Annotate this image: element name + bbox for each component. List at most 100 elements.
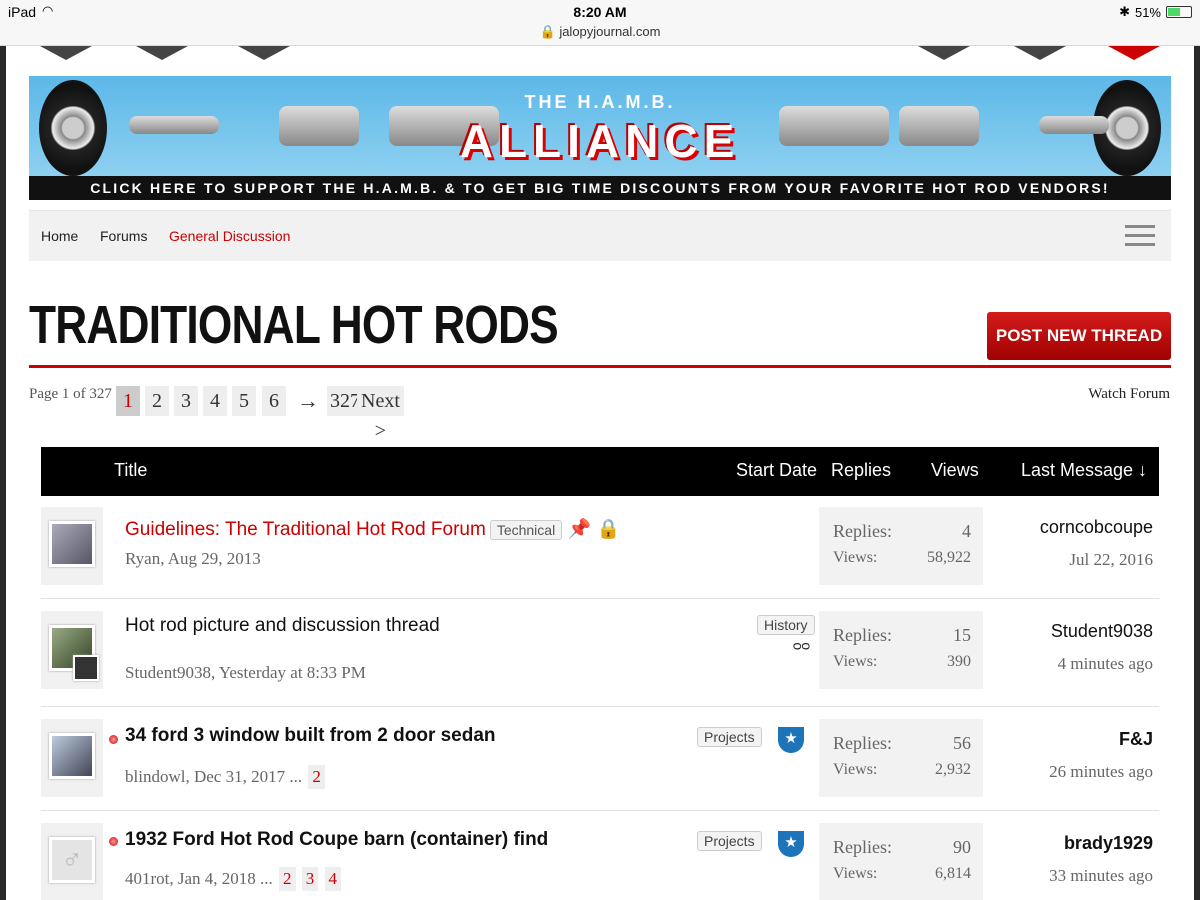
next-page-link[interactable]: Next > bbox=[357, 386, 404, 442]
nav-tab-icon[interactable] bbox=[238, 46, 290, 60]
address-bar[interactable]: 🔒 jalopyjournal.com bbox=[0, 24, 1200, 40]
thread-meta[interactable]: 401rot, Jan 4, 2018 ... 2 3 4 bbox=[125, 867, 342, 891]
reply-count: 4 bbox=[962, 521, 971, 541]
page-link-6[interactable]: 6 bbox=[262, 386, 286, 416]
last-poster[interactable]: corncobcoupe bbox=[1040, 517, 1153, 538]
alliance-banner[interactable]: THE H.A.M.B. ALLIANCE CLICK HERE TO SUPP… bbox=[29, 76, 1171, 200]
glasses-icon: ᴑᴑ bbox=[793, 637, 811, 653]
thread-stats: Replies: 56 Views: 2,932 bbox=[819, 719, 983, 797]
thread-row[interactable]: ♂ 1932 Ford Hot Rod Coupe barn (containe… bbox=[41, 811, 1159, 900]
prefix-tag[interactable]: Projects bbox=[697, 831, 762, 851]
last-message[interactable]: F&J 26 minutes ago bbox=[1049, 729, 1153, 782]
thread-page-link[interactable]: 3 bbox=[301, 867, 319, 891]
last-message[interactable]: corncobcoupe Jul 22, 2016 bbox=[1040, 517, 1153, 570]
last-poster[interactable]: F&J bbox=[1049, 729, 1153, 750]
last-message[interactable]: brady1929 33 minutes ago bbox=[1049, 833, 1153, 886]
url-text: jalopyjournal.com bbox=[559, 24, 661, 39]
page-link-2[interactable]: 2 bbox=[145, 386, 169, 416]
banner-subtitle: THE H.A.M.B. bbox=[524, 92, 676, 112]
thread-meta[interactable]: Ryan, Aug 29, 2013 bbox=[125, 549, 261, 569]
status-right: ✱ 51% bbox=[1119, 4, 1192, 20]
default-avatar-icon: ♂ bbox=[49, 837, 95, 883]
thread-title[interactable]: 34 ford 3 window built from 2 door sedan bbox=[125, 725, 496, 747]
thread-stats: Replies: 4 Views: 58,922 bbox=[819, 507, 983, 585]
thread-meta[interactable]: blindowl, Dec 31, 2017 ... 2 bbox=[125, 765, 325, 789]
thread-title[interactable]: Guidelines: The Traditional Hot Rod Foru… bbox=[125, 517, 620, 541]
page-title: TRADITIONAL HOT RODS bbox=[29, 295, 559, 355]
avatar[interactable] bbox=[41, 719, 103, 797]
last-poster[interactable]: brady1929 bbox=[1049, 833, 1153, 854]
view-count: 390 bbox=[947, 653, 971, 670]
view-count: 58,922 bbox=[927, 549, 971, 566]
nav-tab-icon[interactable] bbox=[136, 46, 188, 60]
breadcrumb-home[interactable]: Home bbox=[41, 228, 78, 244]
thread-stats: Replies: 90 Views: 6,814 bbox=[819, 823, 983, 900]
last-post-time[interactable]: Jul 22, 2016 bbox=[1040, 550, 1153, 570]
frame-left bbox=[0, 46, 6, 900]
last-post-time[interactable]: 4 minutes ago bbox=[1051, 654, 1153, 674]
avatar[interactable]: ♂ bbox=[41, 823, 103, 900]
page-skip-arrow: → bbox=[297, 388, 319, 413]
page-count: Page 1 of 327 bbox=[29, 386, 112, 402]
prefix-tag[interactable]: Projects bbox=[697, 727, 762, 747]
unread-indicator-icon bbox=[109, 735, 118, 744]
col-title[interactable]: Title bbox=[114, 460, 147, 481]
shield-star-icon: ★ bbox=[778, 831, 804, 857]
prefix-tag[interactable]: History bbox=[757, 615, 815, 635]
view-count: 6,814 bbox=[935, 865, 971, 882]
last-post-time[interactable]: 33 minutes ago bbox=[1049, 866, 1153, 886]
banner-cta: CLICK HERE TO SUPPORT THE H.A.M.B. & TO … bbox=[29, 176, 1171, 200]
prefix-tag[interactable]: Technical bbox=[489, 519, 563, 540]
last-poster[interactable]: Student9038 bbox=[1051, 621, 1153, 642]
nav-tab-icon[interactable] bbox=[918, 46, 970, 60]
breadcrumb-forums[interactable]: Forums bbox=[100, 228, 147, 244]
view-count: 2,932 bbox=[935, 761, 971, 778]
avatar[interactable] bbox=[41, 611, 103, 689]
thread-row[interactable]: Hot rod picture and discussion thread Hi… bbox=[41, 599, 1159, 707]
reply-count: 15 bbox=[953, 625, 971, 645]
thread-page-link[interactable]: 2 bbox=[308, 765, 325, 789]
last-post-time[interactable]: 26 minutes ago bbox=[1049, 762, 1153, 782]
thread-page-link[interactable]: 2 bbox=[279, 867, 296, 891]
col-last-message[interactable]: Last Message ↓ bbox=[1021, 460, 1147, 481]
last-poster-avatar[interactable] bbox=[73, 655, 99, 681]
nav-tab-icon[interactable] bbox=[40, 46, 92, 60]
thread-stats: Replies: 15 Views: 390 bbox=[819, 611, 983, 689]
unread-indicator-icon bbox=[109, 837, 118, 846]
col-replies[interactable]: Replies bbox=[831, 460, 891, 481]
pushpin-icon: 📌 bbox=[567, 519, 592, 540]
lock-icon: 🔒 bbox=[596, 519, 621, 540]
thread-title[interactable]: Hot rod picture and discussion thread bbox=[125, 615, 440, 637]
col-start-date[interactable]: Start Date bbox=[736, 460, 817, 481]
reply-count: 56 bbox=[953, 733, 971, 753]
page-link-1[interactable]: 1 bbox=[116, 386, 140, 416]
frame-right bbox=[1194, 46, 1200, 900]
page-link-4[interactable]: 4 bbox=[203, 386, 227, 416]
thread-page-link[interactable]: 4 bbox=[324, 867, 342, 891]
post-new-thread-button[interactable]: POST NEW THREAD bbox=[987, 312, 1171, 360]
avatar[interactable] bbox=[41, 507, 103, 585]
watch-forum-link[interactable]: Watch Forum bbox=[1088, 386, 1170, 403]
ios-status-bar: iPad ◠ 8:20 AM 🔒 jalopyjournal.com ✱ 51% bbox=[0, 0, 1200, 46]
last-message[interactable]: Student9038 4 minutes ago bbox=[1051, 621, 1153, 674]
thread-meta[interactable]: Student9038, Yesterday at 8:33 PM bbox=[125, 663, 366, 683]
title-divider bbox=[29, 365, 1171, 368]
menu-icon[interactable] bbox=[1125, 225, 1155, 247]
page-link-3[interactable]: 3 bbox=[174, 386, 198, 416]
thread-row[interactable]: 34 ford 3 window built from 2 door sedan… bbox=[41, 707, 1159, 811]
breadcrumb-general-discussion[interactable]: General Discussion bbox=[169, 228, 290, 244]
thread-list-header: Title Start Date Replies Views Last Mess… bbox=[41, 447, 1159, 496]
clock: 8:20 AM bbox=[573, 4, 627, 20]
nav-tab-icon[interactable] bbox=[1014, 46, 1066, 60]
thread-row[interactable]: Guidelines: The Traditional Hot Rod Foru… bbox=[41, 507, 1159, 599]
breadcrumb: Home Forums General Discussion bbox=[29, 210, 1171, 261]
battery-icon bbox=[1166, 6, 1192, 18]
reply-count: 90 bbox=[953, 837, 971, 857]
page-link-5[interactable]: 5 bbox=[232, 386, 256, 416]
nav-tab-icon[interactable] bbox=[1108, 46, 1160, 60]
banner-headline: ALLIANCE bbox=[459, 115, 741, 167]
col-views[interactable]: Views bbox=[931, 460, 979, 481]
thread-title[interactable]: 1932 Ford Hot Rod Coupe barn (container)… bbox=[125, 829, 548, 851]
battery-percent: 51% bbox=[1134, 4, 1161, 20]
bluetooth-icon: ✱ bbox=[1119, 4, 1130, 19]
